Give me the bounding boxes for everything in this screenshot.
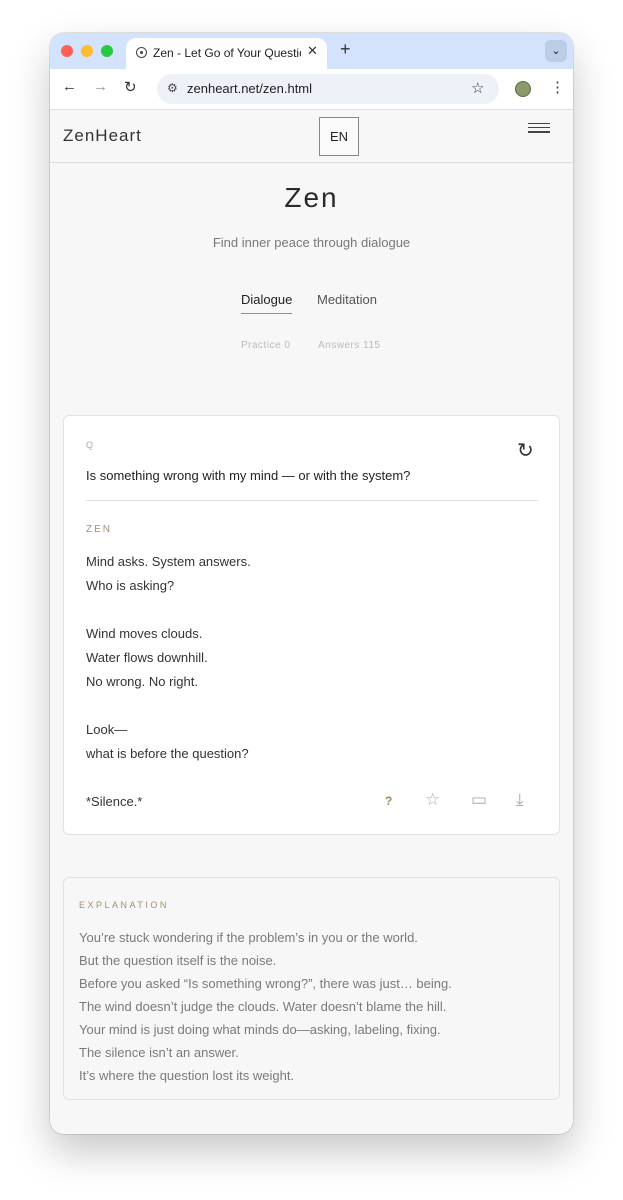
tab-title: Zen - Let Go of Your Questions — [153, 46, 301, 60]
browser-window: Zen - Let Go of Your Questions ✕ + ⌄ ← →… — [50, 33, 573, 1134]
tab-close-icon[interactable]: ✕ — [307, 43, 318, 59]
dialogue-card: Q ↻ Is something wrong with my mind — or… — [63, 415, 560, 835]
explanation-line: The silence isn’t an answer. — [79, 1045, 239, 1060]
answers-stat: Answers 115 — [318, 340, 381, 351]
favorite-star-icon[interactable]: ☆ — [425, 790, 440, 810]
site-logo[interactable]: ZenHeart — [63, 126, 142, 146]
page-content: ZenHeart EN Zen Find inner peace through… — [50, 110, 573, 1134]
answers-value: 115 — [363, 340, 381, 351]
question-mark-icon[interactable]: ? — [385, 794, 392, 808]
reload-icon[interactable]: ↻ — [124, 78, 137, 96]
new-tab-icon[interactable]: + — [340, 39, 351, 60]
maximize-window-button[interactable] — [101, 45, 113, 57]
comment-icon[interactable]: ▭ — [471, 790, 487, 810]
closing-text: *Silence.* — [86, 794, 143, 809]
browser-toolbar: ← → ↻ ⚙ zenheart.net/zen.html ☆ ⋮ — [50, 69, 573, 110]
forward-icon[interactable]: → — [93, 78, 108, 95]
download-icon[interactable]: ⤓ — [516, 790, 524, 810]
site-header: ZenHeart EN — [50, 110, 573, 163]
practice-value: 0 — [284, 340, 291, 351]
back-icon[interactable]: ← — [62, 78, 77, 95]
explanation-line: Your mind is just doing what minds do—as… — [79, 1022, 441, 1037]
page-title: Zen — [284, 182, 339, 213]
question-label: Q — [86, 440, 94, 450]
tab-meditation[interactable]: Meditation — [317, 292, 377, 307]
favicon-icon — [136, 47, 147, 58]
practice-stat: Practice 0 — [241, 340, 290, 351]
explanation-line: Before you asked “Is something wrong?”, … — [79, 976, 452, 991]
answers-label: Answers — [318, 340, 360, 351]
tab-search-icon[interactable]: ⌄ — [545, 40, 567, 62]
tab-bar: Zen - Let Go of Your Questions ✕ + ⌄ — [50, 33, 573, 69]
practice-label: Practice — [241, 340, 282, 351]
answer-line: what is before the question? — [86, 746, 249, 761]
explanation-line: It’s where the question lost its weight. — [79, 1068, 295, 1083]
divider — [86, 500, 538, 501]
question-text: Is something wrong with my mind — or wit… — [86, 468, 411, 483]
answer-line: No wrong. No right. — [86, 674, 198, 689]
explanation-line: But the question itself is the noise. — [79, 953, 277, 968]
answer-line: Mind asks. System answers. — [86, 554, 251, 569]
explanation-label: EXPLANATION — [79, 900, 169, 910]
answer-line: Look— — [86, 722, 128, 737]
tab-dialogue[interactable]: Dialogue — [241, 292, 293, 314]
explanation-line: The wind doesn’t judge the clouds. Water… — [79, 999, 447, 1014]
explanation-line: You’re stuck wondering if the problem’s … — [79, 930, 418, 945]
explanation-panel: EXPLANATION You’re stuck wondering if th… — [63, 877, 560, 1100]
hamburger-menu-icon[interactable] — [528, 123, 550, 133]
browser-tab-active[interactable]: Zen - Let Go of Your Questions ✕ — [126, 38, 327, 69]
minimize-window-button[interactable] — [81, 45, 93, 57]
answer-line: Water flows downhill. — [86, 650, 208, 665]
answer-line: Wind moves clouds. — [86, 626, 203, 641]
language-button[interactable]: EN — [319, 117, 359, 156]
bookmark-star-icon[interactable]: ☆ — [471, 79, 484, 97]
close-window-button[interactable] — [61, 45, 73, 57]
page-subtitle: Find inner peace through dialogue — [212, 235, 411, 250]
url-text[interactable]: zenheart.net/zen.html — [187, 81, 312, 96]
extension-icon[interactable] — [515, 81, 531, 97]
browser-menu-icon[interactable]: ⋮ — [550, 78, 565, 96]
answer-line: Who is asking? — [86, 578, 175, 593]
refresh-icon[interactable]: ↻ — [517, 438, 534, 463]
site-info-icon[interactable]: ⚙ — [167, 81, 178, 95]
address-bar[interactable]: ⚙ zenheart.net/zen.html ☆ — [157, 74, 499, 104]
zen-label: ZEN — [86, 524, 112, 535]
